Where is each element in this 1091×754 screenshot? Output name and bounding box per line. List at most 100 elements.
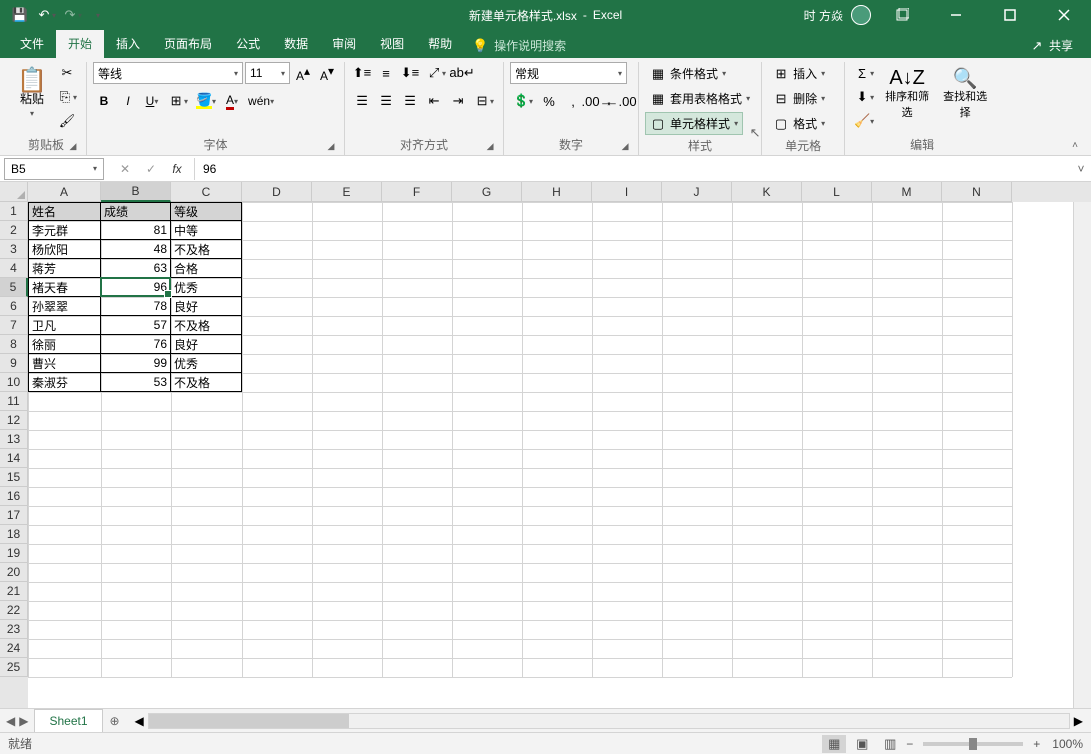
align-bottom-button[interactable]: ⬇≡ bbox=[399, 62, 421, 84]
cell[interactable]: 成绩 bbox=[101, 202, 171, 221]
sheet-nav[interactable]: ◀▶ bbox=[0, 714, 34, 728]
confirm-formula-button[interactable]: ✓ bbox=[138, 158, 164, 180]
phonetic-button[interactable]: wén▾ bbox=[245, 90, 277, 112]
cell[interactable]: 优秀 bbox=[171, 278, 242, 297]
col-header-E[interactable]: E bbox=[312, 182, 382, 202]
name-box[interactable]: B5▾ bbox=[4, 158, 104, 180]
clear-button[interactable]: 🧹▾ bbox=[851, 110, 877, 132]
cell[interactable]: 76 bbox=[101, 335, 171, 354]
cell[interactable]: 优秀 bbox=[171, 354, 242, 373]
save-button[interactable]: 💾 bbox=[8, 3, 32, 27]
row-header-24[interactable]: 24 bbox=[0, 639, 28, 658]
cell[interactable]: 秦淑芬 bbox=[28, 373, 101, 392]
cell[interactable]: 蒋芳 bbox=[28, 259, 101, 278]
tell-me-search[interactable]: 💡 操作说明搜索 bbox=[464, 33, 574, 58]
wrap-text-button[interactable]: ab↵ bbox=[451, 62, 473, 84]
underline-button[interactable]: U▾ bbox=[141, 90, 163, 112]
row-header-20[interactable]: 20 bbox=[0, 563, 28, 582]
col-header-M[interactable]: M bbox=[872, 182, 942, 202]
row-header-18[interactable]: 18 bbox=[0, 525, 28, 544]
horizontal-scrollbar[interactable] bbox=[148, 713, 1070, 729]
percent-button[interactable]: % bbox=[538, 90, 560, 112]
expand-formula-bar[interactable]: ˅ bbox=[1071, 162, 1091, 176]
paste-button[interactable]: 📋 粘贴 ▾ bbox=[12, 62, 52, 128]
col-header-A[interactable]: A bbox=[28, 182, 101, 202]
formula-input[interactable]: 96 bbox=[195, 158, 1071, 180]
tab-view[interactable]: 视图 bbox=[368, 29, 416, 58]
row-header-6[interactable]: 6 bbox=[0, 297, 28, 316]
row-header-3[interactable]: 3 bbox=[0, 240, 28, 259]
number-format-select[interactable]: 常规▾ bbox=[510, 62, 627, 84]
delete-cells-button[interactable]: ⊟删除▾ bbox=[768, 87, 838, 110]
cell[interactable]: 李元群 bbox=[28, 221, 101, 240]
zoom-out-button[interactable]: − bbox=[906, 737, 913, 751]
row-header-9[interactable]: 9 bbox=[0, 354, 28, 373]
row-header-19[interactable]: 19 bbox=[0, 544, 28, 563]
tab-formulas[interactable]: 公式 bbox=[224, 29, 272, 58]
col-header-I[interactable]: I bbox=[592, 182, 662, 202]
row-header-11[interactable]: 11 bbox=[0, 392, 28, 411]
cell[interactable]: 徐丽 bbox=[28, 335, 101, 354]
tab-review[interactable]: 审阅 bbox=[320, 29, 368, 58]
cell[interactable]: 不及格 bbox=[171, 316, 242, 335]
close-button[interactable] bbox=[1041, 0, 1087, 30]
find-select-button[interactable]: 🔍 查找和选择 bbox=[937, 62, 993, 128]
col-header-N[interactable]: N bbox=[942, 182, 1012, 202]
redo-button[interactable]: ↷▾ bbox=[60, 3, 84, 27]
copy-button[interactable]: ⎘▾ bbox=[54, 86, 80, 108]
undo-button[interactable]: ↶▾ bbox=[34, 3, 58, 27]
font-color-button[interactable]: A▾ bbox=[221, 90, 243, 112]
col-header-B[interactable]: B bbox=[101, 182, 171, 202]
align-top-button[interactable]: ⬆≡ bbox=[351, 62, 373, 84]
row-header-16[interactable]: 16 bbox=[0, 487, 28, 506]
vertical-scrollbar[interactable] bbox=[1073, 202, 1091, 708]
cell[interactable]: 不及格 bbox=[171, 240, 242, 259]
col-header-F[interactable]: F bbox=[382, 182, 452, 202]
align-right-button[interactable]: ☰ bbox=[399, 90, 421, 112]
number-dialog-icon[interactable]: ◢ bbox=[618, 139, 632, 153]
orientation-button[interactable]: ⤢▾ bbox=[423, 62, 449, 84]
cell[interactable]: 48 bbox=[101, 240, 171, 259]
cell[interactable]: 合格 bbox=[171, 259, 242, 278]
cell[interactable]: 中等 bbox=[171, 221, 242, 240]
border-button[interactable]: ⊞▾ bbox=[165, 90, 191, 112]
zoom-slider[interactable] bbox=[923, 742, 1023, 746]
page-layout-view-button[interactable]: ▣ bbox=[850, 735, 874, 753]
sort-filter-button[interactable]: A↓Z 排序和筛选 bbox=[879, 62, 935, 128]
row-header-22[interactable]: 22 bbox=[0, 601, 28, 620]
hscroll-thumb[interactable] bbox=[149, 714, 349, 728]
tab-data[interactable]: 数据 bbox=[272, 29, 320, 58]
col-header-H[interactable]: H bbox=[522, 182, 592, 202]
row-header-10[interactable]: 10 bbox=[0, 373, 28, 392]
cell[interactable]: 63 bbox=[101, 259, 171, 278]
cell[interactable]: 孙翠翠 bbox=[28, 297, 101, 316]
col-header-D[interactable]: D bbox=[242, 182, 312, 202]
cell[interactable]: 良好 bbox=[171, 335, 242, 354]
fill-button[interactable]: ⬇▾ bbox=[851, 86, 877, 108]
row-header-4[interactable]: 4 bbox=[0, 259, 28, 278]
col-header-J[interactable]: J bbox=[662, 182, 732, 202]
row-header-12[interactable]: 12 bbox=[0, 411, 28, 430]
qat-customize[interactable]: ▾ bbox=[86, 3, 110, 27]
ribbon-options-button[interactable] bbox=[879, 0, 925, 30]
currency-button[interactable]: 💲▾ bbox=[510, 90, 536, 112]
user-name[interactable]: 时 方焱 bbox=[804, 7, 843, 24]
hscroll-right-icon[interactable]: ▶ bbox=[1074, 714, 1083, 728]
collapse-ribbon-button[interactable]: ˄ bbox=[1065, 137, 1085, 153]
tab-file[interactable]: 文件 bbox=[8, 29, 56, 58]
cell[interactable]: 卫凡 bbox=[28, 316, 101, 335]
zoom-level[interactable]: 100% bbox=[1052, 737, 1083, 751]
table-format-button[interactable]: ▦套用表格格式▾ bbox=[645, 87, 755, 110]
col-header-L[interactable]: L bbox=[802, 182, 872, 202]
insert-cells-button[interactable]: ⊞插入▾ bbox=[768, 62, 838, 85]
row-header-17[interactable]: 17 bbox=[0, 506, 28, 525]
share-button[interactable]: ↗ 共享 bbox=[1021, 33, 1081, 58]
zoom-in-button[interactable]: + bbox=[1033, 737, 1040, 751]
cell[interactable]: 杨欣阳 bbox=[28, 240, 101, 259]
cut-button[interactable]: ✂ bbox=[56, 62, 78, 84]
zoom-thumb[interactable] bbox=[969, 738, 977, 750]
tab-home[interactable]: 开始 bbox=[56, 29, 104, 58]
normal-view-button[interactable]: ▦ bbox=[822, 735, 846, 753]
cell[interactable]: 96 bbox=[101, 278, 171, 297]
row-header-1[interactable]: 1 bbox=[0, 202, 28, 221]
